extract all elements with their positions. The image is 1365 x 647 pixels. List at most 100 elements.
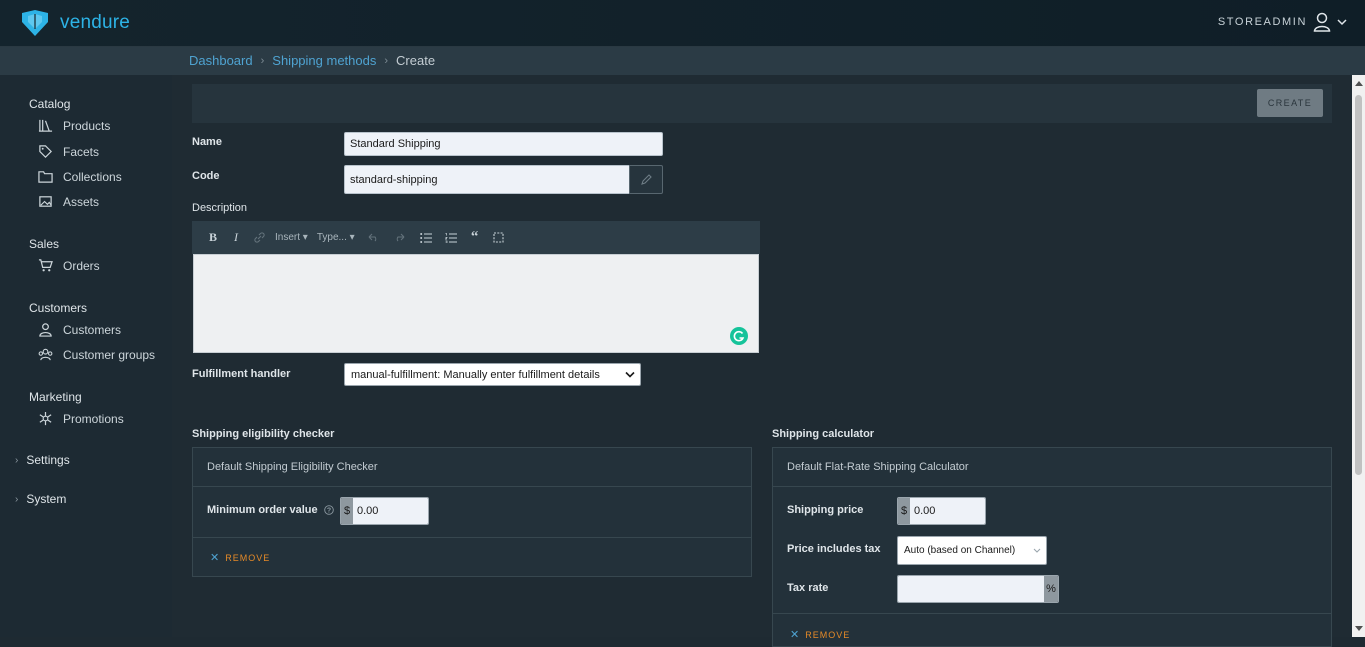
- cart-icon: [38, 259, 53, 272]
- remove-label: REMOVE: [225, 552, 271, 563]
- min-order-input[interactable]: $ 0.00: [340, 497, 429, 525]
- card-divider: [193, 537, 751, 538]
- tax-rate-input[interactable]: %: [897, 575, 1059, 603]
- name-input[interactable]: [344, 132, 663, 156]
- folder-icon: [38, 171, 53, 183]
- min-order-label-text: Minimum order value: [207, 504, 318, 516]
- sidebar-item-label: Collections: [63, 169, 122, 184]
- redo-button[interactable]: [393, 233, 407, 242]
- sidebar-section-catalog: Catalog: [29, 97, 71, 111]
- breadcrumb-dashboard[interactable]: Dashboard: [189, 53, 253, 68]
- tax-rate-label: Tax rate: [787, 582, 829, 594]
- shipping-price-label: Shipping price: [787, 504, 864, 516]
- breadcrumb-separator: ›: [260, 54, 265, 67]
- chevron-right-icon: ›: [15, 493, 19, 505]
- code-edit-button[interactable]: [629, 165, 663, 194]
- help-icon[interactable]: ?: [323, 505, 334, 515]
- fulfillment-handler-select[interactable]: manual-fulfillment: Manually enter fulfi…: [344, 363, 641, 386]
- grammarly-icon[interactable]: [730, 327, 748, 345]
- breadcrumb-current: Create: [396, 53, 436, 68]
- fulfillment-handler-value: manual-fulfillment: Manually enter fulfi…: [351, 368, 600, 381]
- name-label: Name: [192, 136, 222, 148]
- description-editor[interactable]: [193, 254, 759, 353]
- currency-symbol: $: [341, 498, 353, 524]
- eligibility-checker-name: Default Shipping Eligibility Checker: [193, 448, 751, 487]
- tag-icon: [39, 145, 52, 158]
- price-includes-tax-select[interactable]: Auto (based on Channel): [897, 536, 1047, 565]
- sidebar-item-customer-groups[interactable]: Customer groups: [38, 347, 155, 362]
- type-dropdown[interactable]: Type... ▾: [317, 232, 355, 243]
- eligibility-checker-title: Shipping eligibility checker: [192, 428, 335, 440]
- shipping-calculator-name: Default Flat-Rate Shipping Calculator: [773, 448, 1331, 487]
- image-gallery-icon: [39, 196, 52, 207]
- chevron-down-icon: [625, 371, 635, 378]
- undo-icon: [368, 233, 377, 242]
- price-includes-tax-label: Price includes tax: [787, 543, 881, 555]
- insert-label: Insert: [275, 232, 301, 243]
- bold-button[interactable]: B: [206, 230, 220, 245]
- breadcrumb-shipping-methods[interactable]: Shipping methods: [272, 53, 376, 68]
- chevron-down-icon: [1033, 548, 1041, 553]
- sidebar: Catalog Products Facets Collections Asse…: [0, 75, 172, 637]
- sidebar-system-toggle[interactable]: › System: [15, 492, 66, 506]
- undo-button[interactable]: [367, 233, 381, 242]
- eligibility-checker-card-title: Default Shipping Eligibility Checker: [207, 461, 378, 473]
- shipping-price-input[interactable]: $ 0.00: [897, 497, 986, 525]
- sidebar-section-sales: Sales: [29, 237, 60, 251]
- tax-rate-value: [898, 576, 1044, 602]
- sidebar-item-label: Facets: [63, 144, 100, 159]
- sidebar-item-label: Promotions: [63, 411, 124, 426]
- blockquote-button[interactable]: “: [468, 229, 482, 246]
- scroll-down-arrow[interactable]: [1355, 626, 1363, 631]
- sidebar-settings-toggle[interactable]: › Settings: [15, 453, 70, 467]
- user-icon: [1313, 12, 1331, 32]
- percent-symbol: %: [1044, 576, 1058, 602]
- main-content: CREATE Name Code Description B I Insert …: [172, 75, 1352, 647]
- sidebar-item-facets[interactable]: Facets: [38, 144, 99, 159]
- svg-text:?: ?: [327, 508, 331, 515]
- breadcrumb-bar: Dashboard › Shipping methods › Create: [0, 47, 1365, 75]
- sidebar-section-marketing: Marketing: [29, 390, 82, 404]
- eligibility-remove-button[interactable]: ✕ REMOVE: [210, 551, 270, 564]
- shipping-price-value: 0.00: [910, 498, 985, 524]
- sidebar-item-label: Products: [63, 118, 111, 133]
- sidebar-item-promotions[interactable]: Promotions: [38, 411, 124, 426]
- breadcrumb: Dashboard › Shipping methods › Create: [189, 53, 435, 68]
- code-label: Code: [192, 170, 220, 182]
- grammarly-g-icon: [733, 330, 745, 342]
- users-icon: [38, 348, 53, 361]
- scroll-thumb[interactable]: [1355, 95, 1362, 475]
- link-icon: [253, 232, 265, 243]
- vendure-logo[interactable]: vendure: [18, 9, 130, 37]
- insert-dropdown[interactable]: Insert ▾: [275, 232, 308, 243]
- sidebar-item-label: Customer groups: [63, 347, 156, 362]
- code-input[interactable]: [344, 165, 630, 194]
- price-includes-tax-value: Auto (based on Channel): [904, 545, 1016, 556]
- books-icon: [38, 119, 53, 132]
- numbered-list-icon: [444, 232, 457, 243]
- shipping-calculator-title: Shipping calculator: [772, 428, 875, 440]
- user-name: STOREADMIN: [1217, 16, 1307, 28]
- sidebar-item-orders[interactable]: Orders: [38, 258, 100, 273]
- scroll-up-arrow[interactable]: [1355, 81, 1363, 86]
- numbered-list-button[interactable]: [444, 232, 458, 243]
- sidebar-item-customers[interactable]: Customers: [38, 322, 121, 337]
- asterisk-icon: [39, 411, 52, 426]
- italic-button[interactable]: I: [229, 230, 243, 245]
- page-scrollbar[interactable]: [1352, 75, 1365, 637]
- close-icon: ✕: [210, 552, 221, 564]
- calculator-remove-button[interactable]: ✕ REMOVE: [790, 628, 850, 641]
- bullet-list-button[interactable]: [419, 232, 433, 243]
- close-icon: ✕: [790, 629, 801, 641]
- link-button[interactable]: [252, 232, 266, 243]
- brand-name: vendure: [60, 12, 131, 33]
- sidebar-item-collections[interactable]: Collections: [38, 169, 122, 184]
- sidebar-item-products[interactable]: Products: [38, 118, 110, 133]
- sidebar-section-customers: Customers: [29, 301, 88, 315]
- select-block-button[interactable]: [492, 232, 506, 243]
- create-button[interactable]: CREATE: [1257, 89, 1323, 117]
- type-label: Type...: [316, 232, 347, 243]
- sidebar-item-assets[interactable]: Assets: [38, 194, 99, 209]
- user-menu[interactable]: STOREADMIN: [1218, 12, 1347, 32]
- shipping-calculator-card: Default Flat-Rate Shipping Calculator Sh…: [772, 447, 1332, 647]
